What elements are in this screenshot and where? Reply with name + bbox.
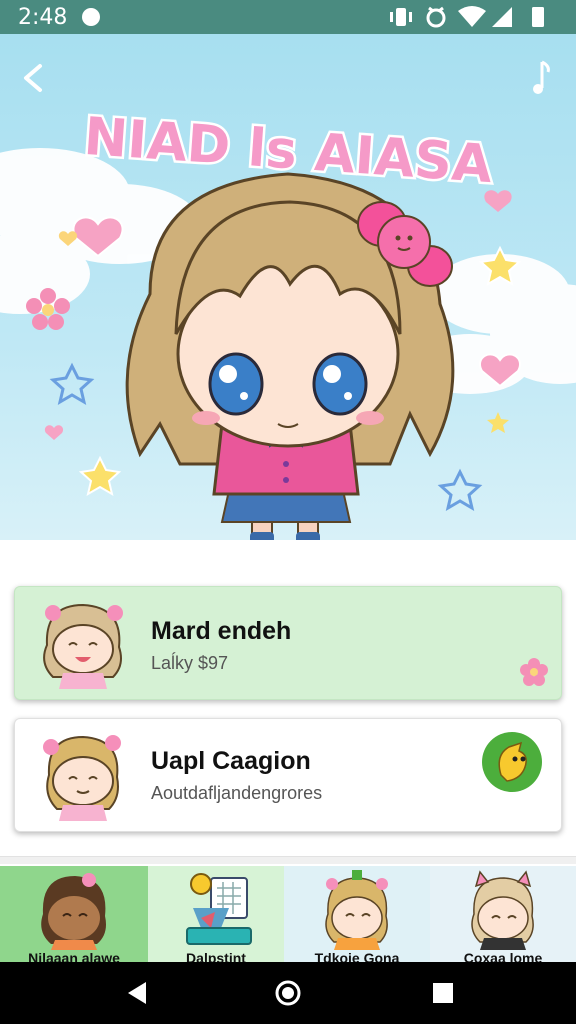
bottom-tab-bar: Nilaaan alawe Dalpstint Tdkoie Gona Coxa… (0, 866, 576, 962)
signal-icon (492, 7, 512, 27)
wifi-icon (458, 6, 486, 27)
tab-label: Tdkoie Gona (314, 950, 400, 962)
card-subtitle: Aoutdafljandengrores (151, 783, 323, 803)
card-title: Uapl Caagion (151, 747, 311, 775)
heart-icon (44, 425, 64, 440)
tab-label: Nilaaan alawe (28, 950, 120, 962)
alarm-icon (426, 6, 446, 28)
notification-dot-icon (82, 8, 100, 26)
avatar (43, 603, 123, 689)
hero-banner: NIAD ls AIASA (0, 34, 576, 540)
star-icon (49, 362, 95, 406)
flower-icon (520, 658, 548, 686)
vibrate-icon (390, 8, 412, 26)
hero-title: NIAD ls AIASA (80, 104, 497, 197)
status-bar: 2:48 (0, 0, 576, 34)
star-icon (487, 412, 509, 433)
card-title: Mard endeh (151, 617, 292, 645)
mascot-badge-icon[interactable] (481, 731, 543, 793)
nav-recent-apps-icon[interactable] (432, 982, 454, 1004)
nav-home-icon[interactable] (275, 980, 301, 1006)
card-subtitle: Laĺky $97 (151, 653, 229, 673)
battery-icon (532, 7, 544, 27)
avatar (325, 870, 388, 950)
status-time: 2:48 (18, 5, 68, 30)
hero-floor (0, 540, 576, 582)
hero-title-text: NIAD ls AIASA (82, 107, 494, 195)
star-icon (78, 455, 122, 497)
tab-shop[interactable]: Dalpstint (148, 866, 284, 962)
character-card[interactable]: Mard endeh Laĺky $97 (14, 586, 562, 700)
status-icons (390, 6, 544, 28)
avatar (43, 735, 121, 821)
back-arrow-icon[interactable] (16, 58, 52, 98)
music-note-icon[interactable] (526, 58, 556, 98)
tab-label: Coxaa lome (463, 950, 543, 962)
avatar (471, 870, 534, 950)
star-icon (437, 468, 483, 512)
tab-label: Dalpstint (186, 950, 246, 962)
cash-register-icon (186, 873, 252, 945)
tab-character-4[interactable]: Coxaa lome (430, 866, 576, 962)
system-nav-bar (0, 962, 576, 1024)
tab-character-1[interactable]: Nilaaan alawe (0, 866, 148, 962)
avatar (41, 873, 107, 950)
character-card[interactable]: Uapl Caagion Aoutdafljandengrores (14, 718, 562, 832)
character-illustration (125, 172, 455, 540)
tab-character-3[interactable]: Tdkoie Gona (284, 866, 430, 962)
divider (0, 856, 576, 864)
nav-back-icon[interactable] (126, 980, 150, 1006)
